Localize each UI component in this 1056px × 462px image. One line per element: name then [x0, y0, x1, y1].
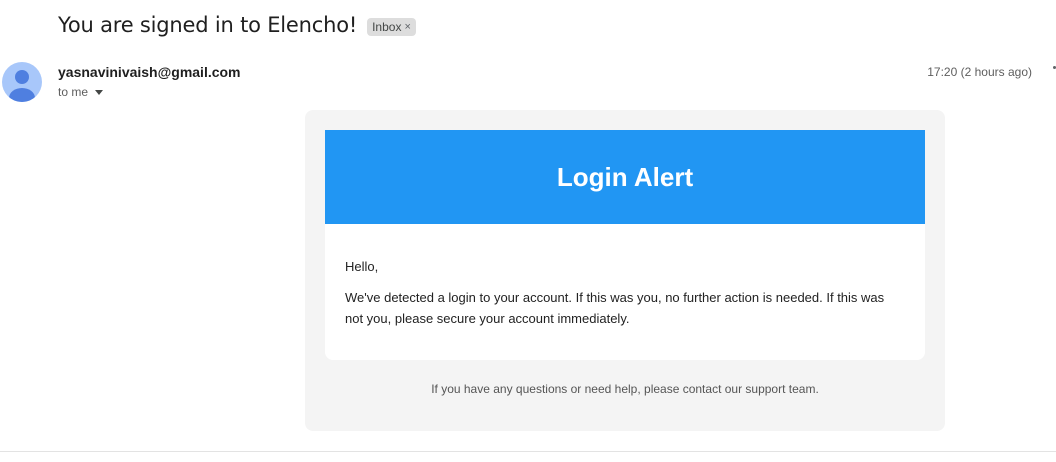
alert-message-text: We've detected a login to your account. … — [345, 290, 885, 326]
caret-down-icon — [95, 89, 104, 95]
email-subject: You are signed in to Elencho! — [58, 13, 358, 37]
subject-row: You are signed in to Elencho! Inbox × — [58, 13, 416, 37]
inbox-label-text: Inbox — [372, 19, 402, 34]
email-timestamp: 17:20 (2 hours ago) — [927, 65, 1032, 79]
email-body-card: Login Alert Hello, We've detected a logi… — [305, 110, 945, 431]
alert-message-box: Hello, We've detected a login to your ac… — [325, 224, 925, 360]
sender-avatar-icon[interactable] — [2, 62, 42, 102]
alert-header-banner: Login Alert — [325, 130, 925, 224]
greeting-text: Hello, — [345, 259, 379, 274]
support-footer-text: If you have any questions or need help, … — [431, 382, 819, 396]
recipient-details-toggle[interactable]: to me — [58, 85, 104, 99]
inbox-label-chip[interactable]: Inbox × — [367, 17, 416, 36]
alert-title: Login Alert — [556, 161, 694, 192]
remove-label-icon[interactable]: × — [404, 21, 410, 33]
recipient-text: to me — [58, 85, 89, 99]
divider — [0, 451, 1056, 452]
sender-email[interactable]: yasnavinivaish@gmail.com — [58, 64, 241, 80]
email-view: You are signed in to Elencho! Inbox × ya… — [0, 0, 1056, 462]
